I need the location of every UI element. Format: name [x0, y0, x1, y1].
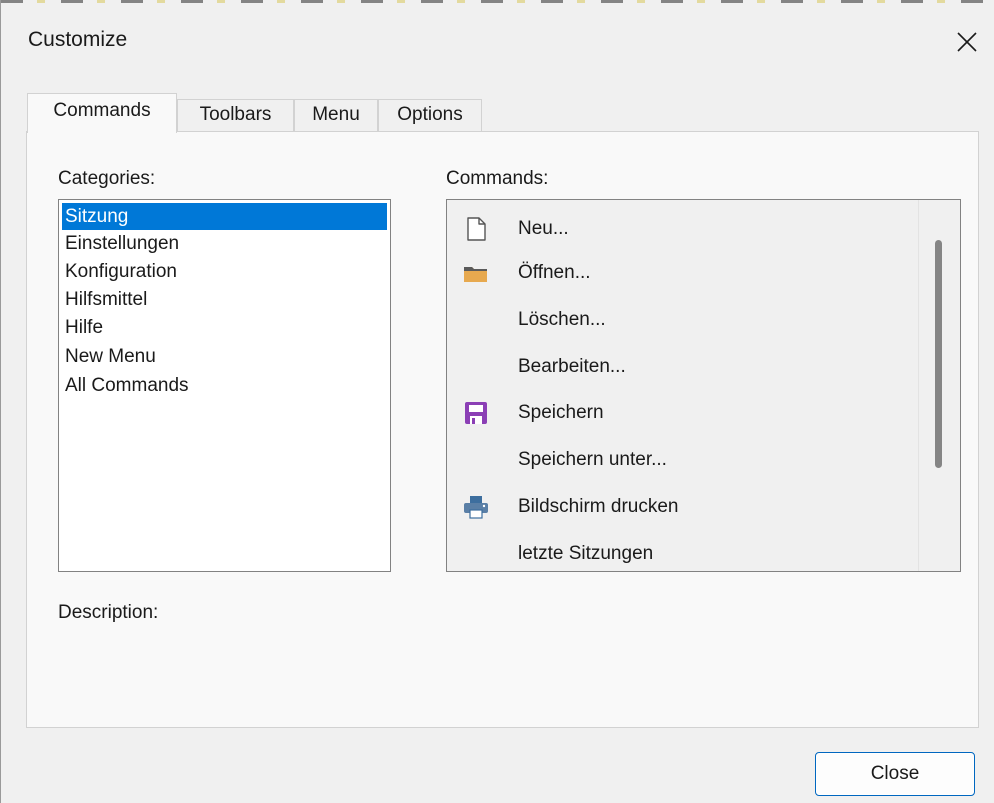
folder-icon [462, 259, 490, 287]
scrollbar-thumb[interactable] [935, 240, 942, 468]
category-item[interactable]: All Commands [62, 372, 387, 399]
command-item-neu[interactable]: Neu... [447, 207, 917, 251]
tab-commands[interactable]: Commands [27, 93, 177, 133]
save-icon [462, 399, 490, 427]
command-item-bearbeiten[interactable]: Bearbeiten... [447, 345, 917, 389]
category-item[interactable]: Konfiguration [62, 258, 387, 285]
command-label: Speichern unter... [518, 449, 667, 470]
command-label: Löschen... [518, 309, 606, 330]
description-label: Description: [58, 602, 159, 623]
command-label: letzte Sitzungen [518, 543, 654, 564]
category-item[interactable]: New Menu [62, 343, 387, 370]
close-icon[interactable] [951, 26, 983, 58]
command-label: Neu... [518, 218, 569, 239]
categories-label: Categories: [58, 168, 156, 189]
tab-menu[interactable]: Menu [294, 99, 378, 131]
command-label: Bearbeiten... [518, 356, 626, 377]
tab-toolbars[interactable]: Toolbars [177, 99, 294, 131]
commands-tab-panel: Categories: Sitzung Einstellungen Konfig… [26, 131, 979, 728]
customize-dialog: Customize Commands Toolbars Menu Options… [0, 0, 994, 803]
command-item-oeffnen[interactable]: Öffnen... [447, 251, 917, 295]
tab-options[interactable]: Options [378, 99, 482, 131]
command-label: Bildschirm drucken [518, 496, 679, 517]
command-label: Öffnen... [518, 262, 591, 283]
category-item[interactable]: Hilfsmittel [62, 286, 387, 313]
commands-scrollbar[interactable] [918, 200, 960, 571]
commands-listbox[interactable]: Neu... Öffnen... Löschen... Bearbeiten..… [446, 199, 961, 572]
command-label: Speichern [518, 402, 604, 423]
command-item-speichern[interactable]: Speichern [447, 391, 917, 435]
dialog-title: Customize [28, 28, 128, 51]
command-item-loeschen[interactable]: Löschen... [447, 298, 917, 342]
commands-label: Commands: [446, 168, 549, 189]
close-button[interactable]: Close [815, 752, 975, 796]
category-item[interactable]: Einstellungen [62, 230, 387, 257]
command-item-speichern-unter[interactable]: Speichern unter... [447, 438, 917, 482]
title-bar: Customize [1, 0, 994, 86]
categories-listbox[interactable]: Sitzung Einstellungen Konfiguration Hilf… [58, 199, 391, 572]
category-item[interactable]: Sitzung [62, 203, 387, 230]
command-item-bildschirm-drucken[interactable]: Bildschirm drucken [447, 485, 917, 529]
new-document-icon [462, 215, 490, 243]
printer-icon [462, 493, 490, 521]
command-item-letzte-sitzungen[interactable]: letzte Sitzungen [447, 532, 917, 571]
category-item[interactable]: Hilfe [62, 314, 387, 341]
